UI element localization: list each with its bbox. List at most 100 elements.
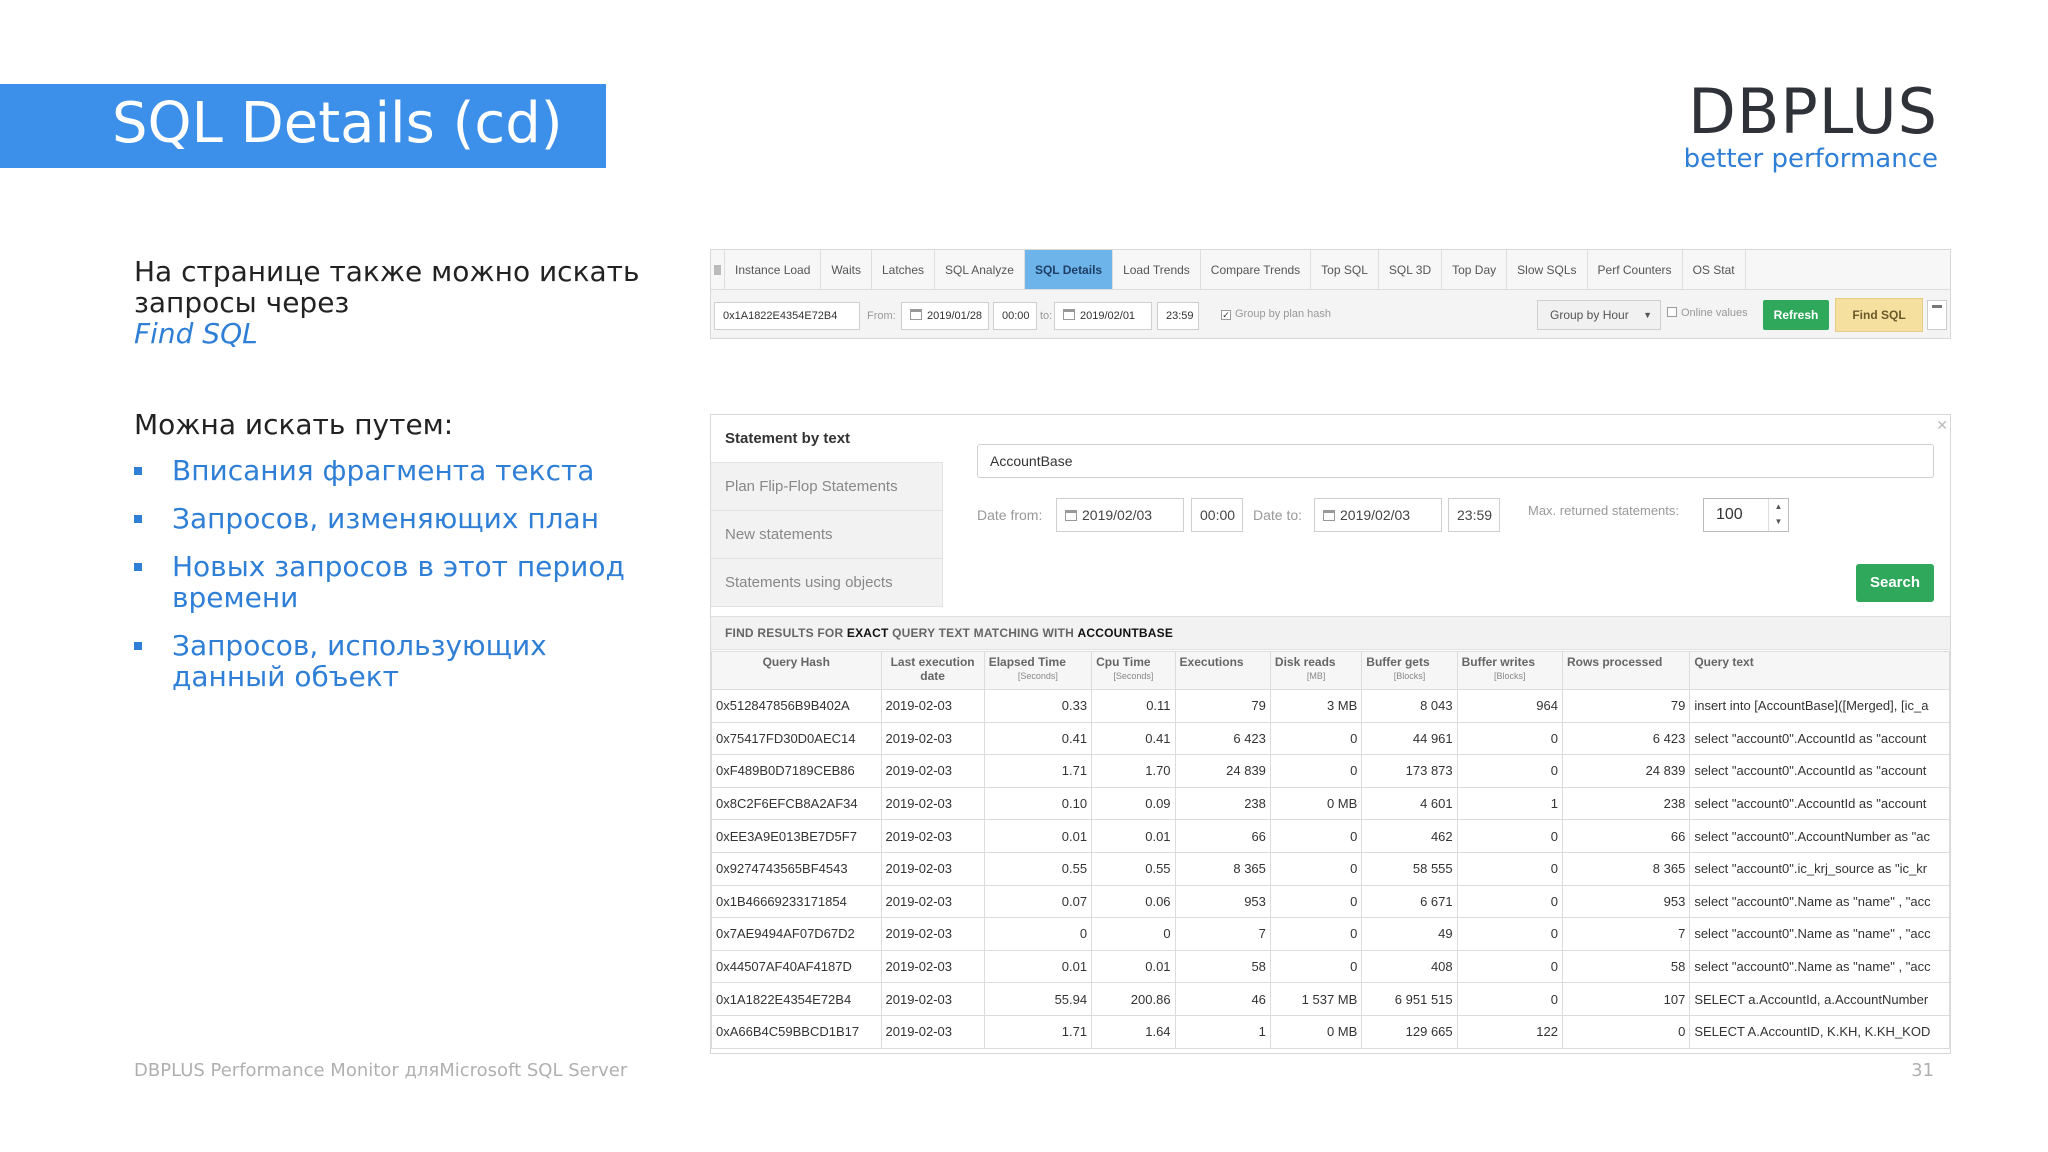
table-row[interactable]: 0x1A1822E4354E72B4 2019-02-03 55.94 200.86 4…: [711, 982, 1950, 1016]
cell-executions: 46: [1174, 982, 1271, 1016]
date-from-input[interactable]: 2019/02/03: [1056, 498, 1184, 532]
find-sql-button[interactable]: Find SQL: [1835, 298, 1923, 332]
tab-compare-trends[interactable]: Compare Trends: [1201, 250, 1312, 289]
cell-cpu-time: 1.64: [1091, 1014, 1176, 1049]
table-row[interactable]: 0xEE3A9E013BE7D5F7 2019-02-03 0.01 0.01 66 0 4…: [711, 819, 1950, 853]
cell-elapsed-time: 0.41: [983, 721, 1093, 756]
tab-sql-details[interactable]: SQL Details: [1024, 250, 1114, 289]
cell-cpu-time: 0.55: [1091, 851, 1176, 886]
group-by-plan-hash-option[interactable]: ✓ Group by plan hash: [1221, 308, 1331, 320]
tabs-grip-handle[interactable]: [711, 250, 725, 289]
stepper-down-icon[interactable]: ▼: [1769, 514, 1788, 529]
col-buffer-writes[interactable]: Buffer writes [Blocks]: [1456, 651, 1563, 690]
cell-query-hash[interactable]: 0x44507AF40AF4187D: [711, 949, 882, 984]
logo-tagline: better performance: [1683, 144, 1938, 174]
time-from-input[interactable]: 00:00: [1191, 498, 1243, 532]
col-executions[interactable]: Executions: [1174, 651, 1271, 690]
cell-rows-processed: 238: [1561, 786, 1691, 821]
cell-query-hash[interactable]: 0x9274743565BF4543: [711, 851, 882, 886]
tab-perf-counters[interactable]: Perf Counters: [1588, 250, 1683, 289]
max-statements-stepper[interactable]: 100 ▲ ▼: [1703, 498, 1789, 532]
cell-query-hash[interactable]: 0x7AE9494AF07D67D2: [711, 917, 882, 951]
cell-query-text: select "account0".ic_krj_source as "ic_k…: [1689, 851, 1950, 886]
cell-query-hash[interactable]: 0xA66B4C59BBCD1B17: [711, 1014, 882, 1049]
methods-title: Можна искать путем:: [134, 408, 454, 441]
col-label: Buffer writes: [1461, 655, 1535, 669]
cell-last-execution: 2019-02-03: [880, 982, 985, 1016]
cell-query-hash[interactable]: 0x1A1822E4354E72B4: [711, 982, 882, 1016]
cell-query-hash[interactable]: 0x75417FD30D0AEC14: [711, 721, 882, 756]
search-button[interactable]: Search: [1856, 564, 1934, 602]
online-values-checkbox[interactable]: [1667, 307, 1677, 317]
col-unit: [Seconds]: [1113, 671, 1154, 681]
time-to-input[interactable]: 23:59: [1448, 498, 1500, 532]
cell-cpu-time: 0.01: [1091, 819, 1176, 853]
table-row[interactable]: 0x512847856B9B402A 2019-02-03 0.33 0.11 79 3 …: [711, 689, 1950, 723]
stepper-arrows[interactable]: ▲ ▼: [1768, 499, 1788, 531]
from-date-input[interactable]: 2019/01/28: [901, 302, 989, 330]
menu-statements-using-objects[interactable]: Statements using objects: [711, 559, 943, 607]
menu-new-statements[interactable]: New statements: [711, 511, 943, 559]
cell-buffer-writes: 0: [1456, 982, 1563, 1016]
cell-query-hash[interactable]: 0x8C2F6EFCB8A2AF34: [711, 786, 882, 821]
cell-executions: 66: [1174, 819, 1271, 853]
tab-instance-load[interactable]: Instance Load: [725, 250, 822, 289]
col-disk-reads[interactable]: Disk reads [MB]: [1269, 651, 1363, 690]
tab-sql-3d[interactable]: SQL 3D: [1379, 250, 1443, 289]
tab-waits[interactable]: Waits: [821, 250, 872, 289]
close-icon[interactable]: ✕: [1936, 417, 1948, 434]
col-last-execution-date[interactable]: Last execution date: [880, 651, 985, 690]
table-row[interactable]: 0x8C2F6EFCB8A2AF34 2019-02-03 0.10 0.09 238 0…: [711, 786, 1950, 821]
cell-cpu-time: 0.11: [1091, 689, 1176, 723]
statement-text-input[interactable]: AccountBase: [977, 444, 1934, 478]
tab-os-stat[interactable]: OS Stat: [1683, 250, 1746, 289]
query-hash-input[interactable]: 0x1A1822E4354E72B4: [714, 302, 860, 330]
tab-top-sql[interactable]: Top SQL: [1311, 250, 1379, 289]
tab-top-day[interactable]: Top Day: [1442, 250, 1508, 289]
to-date-input[interactable]: 2019/02/01: [1054, 302, 1152, 330]
col-elapsed-time[interactable]: Elapsed Time [Seconds]: [983, 651, 1093, 690]
cell-query-hash[interactable]: 0xF489B0D7189CEB86: [711, 754, 882, 788]
cell-buffer-gets: 462: [1361, 819, 1458, 853]
col-query-hash[interactable]: Query Hash: [711, 651, 882, 690]
tab-sql-analyze[interactable]: SQL Analyze: [935, 250, 1025, 289]
group-by-plan-hash-checkbox[interactable]: ✓: [1221, 310, 1231, 320]
tab-load-trends[interactable]: Load Trends: [1113, 250, 1201, 289]
col-buffer-gets[interactable]: Buffer gets [Blocks]: [1361, 651, 1458, 690]
online-values-option[interactable]: Online values: [1667, 307, 1748, 319]
cell-rows-processed: 107: [1561, 982, 1691, 1016]
bullet-item: Новых запросов в этот период времени: [134, 551, 654, 613]
cell-buffer-writes: 122: [1456, 1014, 1563, 1049]
cell-query-hash[interactable]: 0x1B46669233171854: [711, 884, 882, 919]
stepper-up-icon[interactable]: ▲: [1769, 499, 1788, 514]
table-row[interactable]: 0xF489B0D7189CEB86 2019-02-03 1.71 1.70 24 8…: [711, 754, 1950, 788]
col-query-text[interactable]: Query text: [1689, 651, 1950, 690]
table-row[interactable]: 0x1B46669233171854 2019-02-03 0.07 0.06 953 0…: [711, 884, 1950, 919]
col-cpu-time[interactable]: Cpu Time [Seconds]: [1091, 651, 1176, 690]
col-rows-processed[interactable]: Rows processed: [1561, 651, 1691, 690]
from-time-input[interactable]: 00:00: [993, 302, 1037, 330]
table-row[interactable]: 0x75417FD30D0AEC14 2019-02-03 0.41 0.41 6 42…: [711, 721, 1950, 756]
to-time-input[interactable]: 23:59: [1157, 302, 1199, 330]
cell-query-hash[interactable]: 0xEE3A9E013BE7D5F7: [711, 819, 882, 853]
date-to-input[interactable]: 2019/02/03: [1314, 498, 1442, 532]
toolbar-menu-button[interactable]: ▬: [1927, 300, 1947, 330]
table-row[interactable]: 0x7AE9494AF07D67D2 2019-02-03 0 0 7 0 49 0 7 sele…: [711, 917, 1950, 951]
tab-latches[interactable]: Latches: [872, 250, 935, 289]
cell-query-text: select "account0".AccountId as "account: [1689, 754, 1950, 788]
cell-executions: 953: [1174, 884, 1271, 919]
cell-last-execution: 2019-02-03: [880, 1014, 985, 1049]
menu-plan-flip-flop[interactable]: Plan Flip-Flop Statements: [711, 463, 943, 511]
calendar-icon: [1063, 309, 1075, 320]
table-row[interactable]: 0x9274743565BF4543 2019-02-03 0.55 0.55 8 36…: [711, 851, 1950, 886]
calendar-icon: [1065, 510, 1077, 521]
table-row[interactable]: 0x44507AF40AF4187D 2019-02-03 0.01 0.01 58 0 4…: [711, 949, 1950, 984]
menu-statement-by-text[interactable]: Statement by text: [711, 415, 943, 463]
cell-executions: 58: [1174, 949, 1271, 984]
cell-disk-reads: 0: [1269, 949, 1363, 984]
refresh-button[interactable]: Refresh: [1763, 300, 1829, 330]
cell-query-hash[interactable]: 0x512847856B9B402A: [711, 689, 882, 723]
group-by-select[interactable]: Group by Hour ▼: [1537, 300, 1661, 330]
table-row[interactable]: 0xA66B4C59BBCD1B17 2019-02-03 1.71 1.64 1 0 M…: [711, 1014, 1950, 1049]
tab-slow-sqls[interactable]: Slow SQLs: [1507, 250, 1588, 289]
